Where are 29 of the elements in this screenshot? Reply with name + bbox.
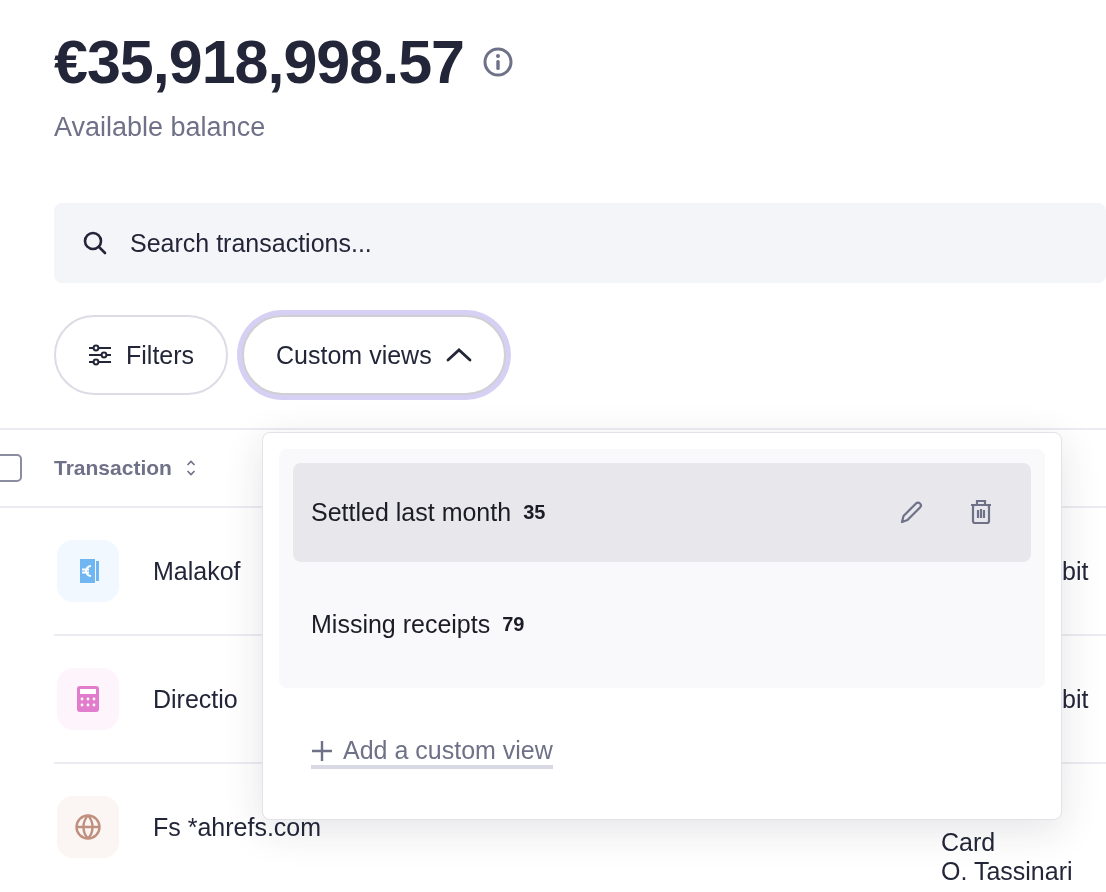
custom-view-item[interactable]: Settled last month 35: [293, 463, 1031, 562]
edit-icon[interactable]: [899, 499, 925, 526]
add-custom-view-link[interactable]: Add a custom view: [311, 736, 553, 769]
calculator-icon: [75, 685, 101, 713]
chevron-icon: [445, 347, 472, 363]
table-cell: bit: [1062, 684, 1089, 714]
transaction-name: Directio: [153, 684, 238, 714]
table-cell: bit: [1062, 556, 1089, 586]
globe-icon: [74, 813, 102, 841]
custom-view-item[interactable]: Missing receipts 79: [293, 575, 1031, 674]
view-name: Settled last month: [311, 497, 512, 527]
view-count: 79: [502, 613, 525, 637]
view-name: Missing receipts: [311, 610, 491, 640]
plus-icon: [311, 739, 333, 762]
transaction-name: Malakof: [153, 556, 241, 586]
transaction-name: Fs *ahrefs.com: [153, 812, 322, 842]
search-field[interactable]: Search transactions...: [54, 203, 1106, 283]
filters-button[interactable]: Filters: [54, 315, 229, 395]
delete-icon[interactable]: [969, 499, 993, 526]
table-cell: O. Tassinari: [941, 857, 1073, 886]
info-icon[interactable]: [482, 46, 515, 78]
select-all-checkbox[interactable]: [0, 454, 22, 482]
view-count: 35: [523, 500, 546, 524]
table-cell-text: Card: [941, 828, 997, 857]
balance-label: Available balance: [54, 112, 266, 143]
balance-amount: €35,918,998.57: [54, 27, 465, 98]
sort-icon: [185, 459, 196, 477]
transaction-column-header[interactable]: Transaction: [54, 456, 196, 480]
sliders-icon: [88, 344, 112, 366]
